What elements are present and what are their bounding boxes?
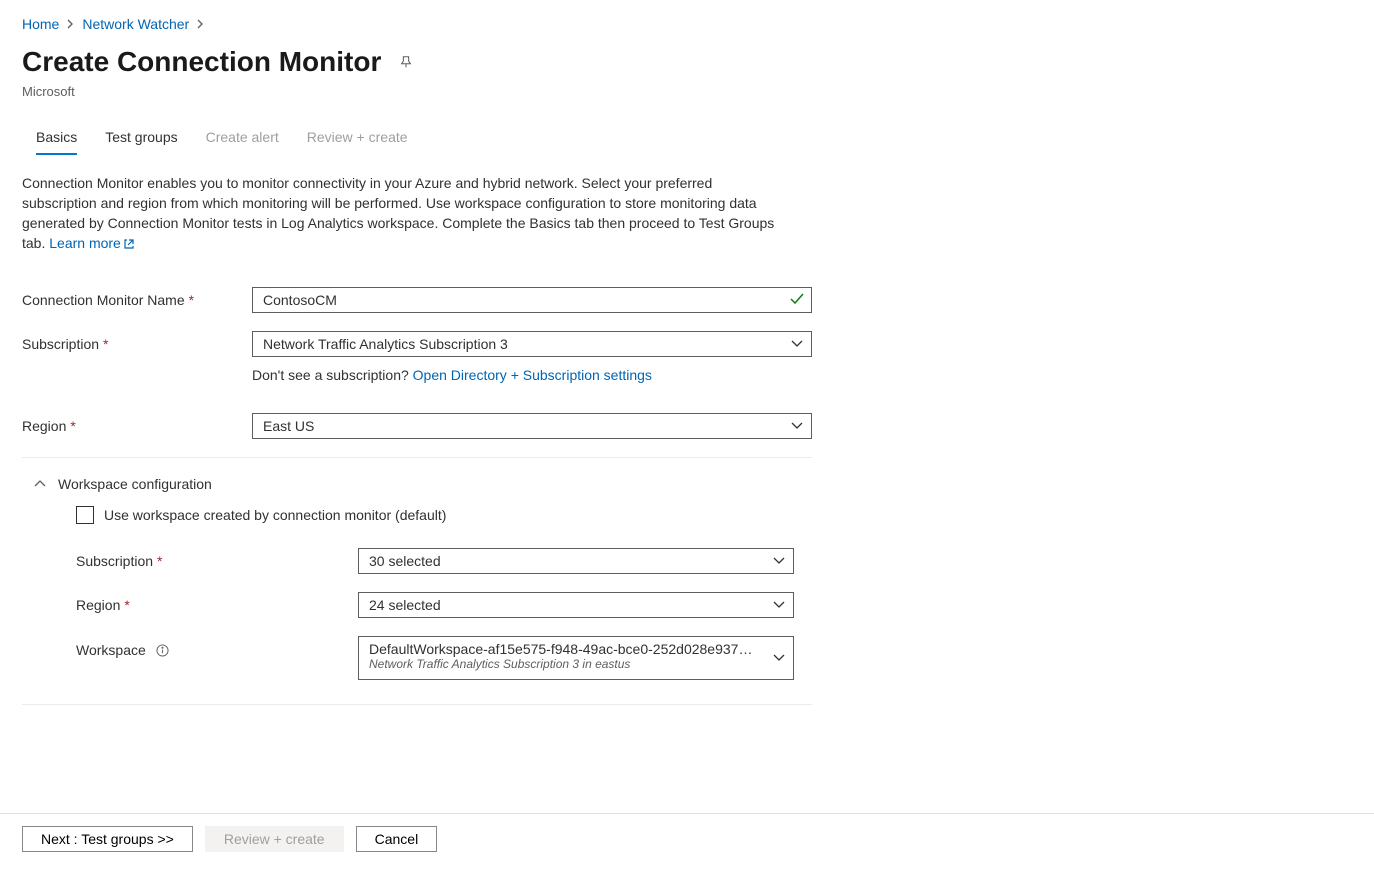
subtitle: Microsoft <box>22 84 1352 99</box>
checkbox-label: Use workspace created by connection moni… <box>104 507 446 523</box>
description: Connection Monitor enables you to monito… <box>22 173 782 253</box>
review-button: Review + create <box>205 826 344 852</box>
breadcrumb-network-watcher[interactable]: Network Watcher <box>82 16 189 32</box>
pin-icon[interactable] <box>399 55 413 69</box>
ws-region-label: Region* <box>76 597 358 613</box>
use-default-workspace-checkbox[interactable] <box>76 506 94 524</box>
check-icon <box>790 292 804 308</box>
learn-more-link[interactable]: Learn more <box>49 235 135 251</box>
workspace-config-toggle[interactable]: Workspace configuration <box>22 470 1352 506</box>
breadcrumb-home[interactable]: Home <box>22 16 59 32</box>
subscription-select[interactable]: Network Traffic Analytics Subscription 3 <box>252 331 812 357</box>
region-label: Region* <box>22 418 252 434</box>
chevron-down-icon <box>773 654 785 662</box>
name-label: Connection Monitor Name* <box>22 292 252 308</box>
chevron-down-icon <box>791 340 803 348</box>
chevron-down-icon <box>773 601 785 609</box>
workspace-config-label: Workspace configuration <box>58 476 212 492</box>
subscription-label: Subscription* <box>22 336 252 352</box>
ws-subscription-select[interactable]: 30 selected <box>358 548 794 574</box>
chevron-up-icon <box>34 480 46 488</box>
tab-test-groups[interactable]: Test groups <box>105 123 177 155</box>
ws-workspace-select[interactable]: DefaultWorkspace-af15e575-f948-49ac-bce0… <box>358 636 794 680</box>
breadcrumb: Home Network Watcher <box>22 16 1352 32</box>
chevron-right-icon <box>67 16 74 32</box>
open-directory-link[interactable]: Open Directory + Subscription settings <box>413 367 652 383</box>
page-title: Create Connection Monitor <box>22 46 381 78</box>
tabs: Basics Test groups Create alert Review +… <box>36 123 1352 155</box>
region-select[interactable]: East US <box>252 413 812 439</box>
cancel-button[interactable]: Cancel <box>356 826 438 852</box>
subscription-help: Don't see a subscription? Open Directory… <box>252 367 652 383</box>
next-button[interactable]: Next : Test groups >> <box>22 826 193 852</box>
chevron-down-icon <box>791 422 803 430</box>
tab-create-alert: Create alert <box>206 123 279 155</box>
tab-basics[interactable]: Basics <box>36 123 77 155</box>
chevron-down-icon <box>773 557 785 565</box>
ws-subscription-label: Subscription* <box>76 553 358 569</box>
chevron-right-icon <box>197 16 204 32</box>
name-input[interactable] <box>252 287 812 313</box>
info-icon[interactable] <box>156 644 169 657</box>
ws-workspace-label: Workspace <box>76 636 358 658</box>
external-link-icon <box>123 238 135 250</box>
footer: Next : Test groups >> Review + create Ca… <box>0 813 1374 872</box>
tab-review-create: Review + create <box>307 123 408 155</box>
ws-region-select[interactable]: 24 selected <box>358 592 794 618</box>
